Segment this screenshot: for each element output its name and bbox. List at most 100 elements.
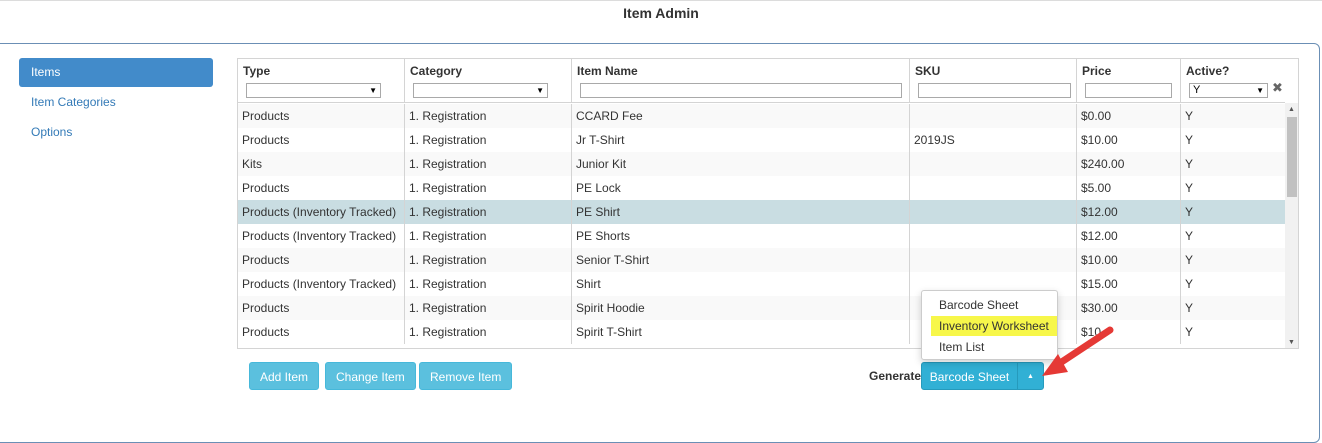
- table-cell: 1. Registration: [405, 296, 572, 320]
- table-cell: Jr T-Shirt: [572, 128, 910, 152]
- column-label-item-name: Item Name: [577, 64, 638, 78]
- add-item-button[interactable]: Add Item: [249, 362, 320, 390]
- annotation-arrow-icon: [1042, 326, 1114, 376]
- table-row[interactable]: Products (Inventory Tracked) 1. Registrat…: [238, 272, 1285, 296]
- table-cell: PE Shorts: [572, 224, 910, 248]
- table-row[interactable]: Products 1. Registration Jr T-Shirt 2019JS $…: [238, 128, 1285, 152]
- table-cell: Products: [238, 320, 405, 344]
- table-row[interactable]: Products (Inventory Tracked) 1. Registrat…: [238, 200, 1285, 224]
- change-item-button[interactable]: Change Item: [325, 362, 416, 390]
- table-cell: $10.00: [1077, 128, 1181, 152]
- table-row[interactable]: Kits 1. Registration Junior Kit $240.00 Y: [238, 152, 1285, 176]
- type-filter-select[interactable]: ▼: [246, 83, 381, 98]
- table-cell: Products: [238, 248, 405, 272]
- table-cell: Products: [238, 104, 405, 128]
- scroll-up-icon[interactable]: ▲: [1288, 106, 1295, 113]
- price-filter-input[interactable]: [1085, 83, 1172, 98]
- table-cell: Y: [1185, 205, 1194, 219]
- table-cell: Products: [238, 176, 405, 200]
- table-cell: [910, 224, 1077, 248]
- table-cell: $10.00: [1077, 248, 1181, 272]
- table-cell: PE Lock: [572, 176, 910, 200]
- column-header-price[interactable]: Price: [1077, 59, 1181, 103]
- table-cell: 1. Registration: [405, 104, 572, 128]
- column-header-type[interactable]: Type ▼: [238, 59, 405, 103]
- table-cell: Y: [1185, 229, 1194, 243]
- table-cell: Y: [1185, 109, 1194, 123]
- table-cell: Junior Kit: [572, 152, 910, 176]
- table-cell: 1. Registration: [405, 272, 572, 296]
- table-cell: Products (Inventory Tracked): [238, 272, 405, 296]
- sidebar-item-options[interactable]: Options: [19, 118, 213, 147]
- table-cell: Y: [1185, 277, 1194, 291]
- table-cell: Y: [1185, 301, 1194, 315]
- table-cell: 1. Registration: [405, 200, 572, 224]
- chevron-down-icon: ▼: [536, 86, 544, 95]
- menu-item-barcode-sheet[interactable]: Barcode Sheet: [931, 295, 1026, 315]
- table-cell: Products (Inventory Tracked): [238, 224, 405, 248]
- chevron-down-icon: ▼: [369, 86, 377, 95]
- table-cell: CCARD Fee: [572, 104, 910, 128]
- table-cell: Shirt: [572, 272, 910, 296]
- active-filter-select[interactable]: Y ▼: [1189, 83, 1268, 98]
- table-cell: Products: [238, 296, 405, 320]
- menu-item-item-list[interactable]: Item List: [931, 337, 992, 357]
- generate-button[interactable]: Barcode Sheet: [921, 362, 1018, 390]
- active-filter-value: Y: [1193, 84, 1201, 96]
- item-name-filter-input[interactable]: [580, 83, 902, 98]
- table-cell: Products: [238, 128, 405, 152]
- column-label-sku: SKU: [915, 64, 941, 78]
- table-row[interactable]: Products (Inventory Tracked) 1. Registrat…: [238, 224, 1285, 248]
- scroll-thumb[interactable]: [1287, 117, 1297, 197]
- table-row[interactable]: Products 1. Registration Spirit Hoodie $30.…: [238, 296, 1285, 320]
- table-cell: $12.00: [1077, 200, 1181, 224]
- table-cell: [910, 152, 1077, 176]
- table-cell: $15.00: [1077, 272, 1181, 296]
- grid-scrollbar[interactable]: ▲ ▼: [1285, 103, 1298, 348]
- column-label-active: Active?: [1186, 64, 1230, 78]
- table-row[interactable]: Products 1. Registration Senior T-Shirt $10…: [238, 248, 1285, 272]
- table-cell: 1. Registration: [405, 128, 572, 152]
- sku-filter-input[interactable]: [918, 83, 1071, 98]
- column-label-price: Price: [1082, 64, 1112, 78]
- table-cell: Y: [1185, 325, 1194, 339]
- table-cell: $0.00: [1077, 104, 1181, 128]
- table-row[interactable]: Products 1. Registration PE Lock $5.00 Y: [238, 176, 1285, 200]
- table-cell: 1. Registration: [405, 176, 572, 200]
- table-cell: Senior T-Shirt: [572, 248, 910, 272]
- table-cell: [910, 104, 1077, 128]
- top-divider: [0, 0, 1322, 1]
- close-icon[interactable]: ✖: [1272, 80, 1283, 96]
- column-header-active[interactable]: Active? Y ▼: [1181, 59, 1285, 103]
- sidebar-item-items[interactable]: Items: [19, 58, 213, 87]
- column-header-sku[interactable]: SKU: [910, 59, 1077, 103]
- column-header-category[interactable]: Category ▼: [405, 59, 572, 103]
- table-cell: Spirit T-Shirt: [572, 320, 910, 344]
- scroll-down-icon[interactable]: ▼: [1288, 339, 1295, 346]
- table-cell: 1. Registration: [405, 152, 572, 176]
- category-filter-select[interactable]: ▼: [413, 83, 548, 98]
- table-cell: Y: [1185, 157, 1194, 171]
- table-cell: Y: [1185, 181, 1194, 195]
- table-cell: Y: [1185, 133, 1194, 147]
- table-cell: PE Shirt: [572, 200, 910, 224]
- remove-item-button[interactable]: Remove Item: [419, 362, 513, 390]
- generate-label: Generate: [869, 369, 922, 383]
- column-header-item-name[interactable]: Item Name: [572, 59, 910, 103]
- table-row[interactable]: Products 1. Registration Spirit T-Shirt $10…: [238, 320, 1285, 344]
- items-grid: Type ▼ Category ▼ Item Name SKU Price Ac…: [237, 58, 1299, 349]
- chevron-down-icon: ▼: [1256, 86, 1264, 95]
- sidebar-item-item-categories[interactable]: Item Categories: [19, 88, 213, 117]
- table-cell: $240.00: [1077, 152, 1181, 176]
- table-cell: [910, 200, 1077, 224]
- table-cell: Spirit Hoodie: [572, 296, 910, 320]
- table-cell: 2019JS: [910, 128, 1077, 152]
- table-cell: Kits: [238, 152, 405, 176]
- table-cell: $30.00: [1077, 296, 1181, 320]
- sidebar: Items Item Categories Options: [19, 58, 213, 148]
- column-label-type: Type: [243, 64, 271, 78]
- table-row[interactable]: Products 1. Registration CCARD Fee $0.00 Y: [238, 104, 1285, 128]
- table-cell: 1. Registration: [405, 224, 572, 248]
- table-cell: 1. Registration: [405, 320, 572, 344]
- table-cell: $5.00: [1077, 176, 1181, 200]
